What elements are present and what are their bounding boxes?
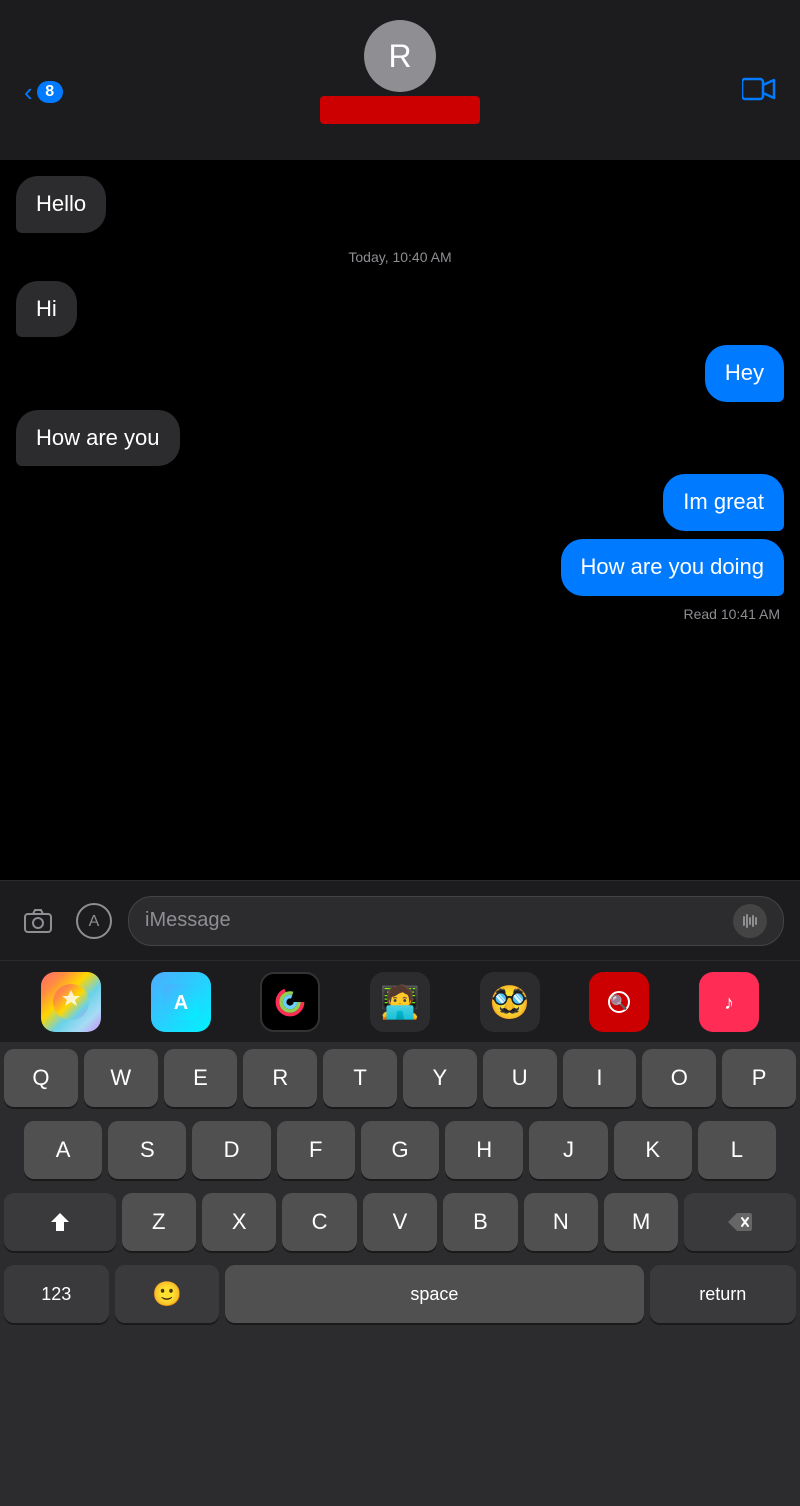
shift-key[interactable] [4,1193,116,1251]
audio-button[interactable] [733,904,767,938]
header: ‹ 8 R [0,0,800,160]
input-bar: A iMessage [0,880,800,960]
message-row: How are you doing [16,539,784,596]
key-q[interactable]: Q [4,1049,78,1107]
app-drawer: A 🧑‍💻 🥸 🔍 ♪ [0,960,800,1042]
back-chevron-icon: ‹ [24,77,33,108]
message-row: Im great [16,474,784,531]
contact-name-bar [320,96,480,124]
key-x[interactable]: X [202,1193,276,1251]
message-row: Hey [16,345,784,402]
keyboard-bottom-row: 123 🙂 space return [0,1258,800,1330]
key-p[interactable]: P [722,1049,796,1107]
delete-key[interactable] [684,1193,796,1251]
contact-info[interactable]: R [320,20,480,124]
message-input-field[interactable]: iMessage [128,896,784,946]
camera-button[interactable] [16,899,60,943]
sent-bubble: How are you doing [561,539,784,596]
key-c[interactable]: C [282,1193,356,1251]
key-r[interactable]: R [243,1049,317,1107]
shazam-app-icon[interactable]: 🔍 [589,972,649,1032]
message-row: How are you [16,410,784,467]
messages-area: Hello Today, 10:40 AM Hi Hey How are you… [0,160,800,880]
svg-text:♪: ♪ [724,992,734,1014]
message-row: Hello [16,176,784,233]
key-v[interactable]: V [363,1193,437,1251]
video-call-button[interactable] [742,76,776,109]
appstore-app-icon[interactable]: A [151,972,211,1032]
music-app-icon[interactable]: ♪ [699,972,759,1032]
key-d[interactable]: D [192,1121,270,1179]
back-badge: 8 [37,81,63,103]
key-f[interactable]: F [277,1121,355,1179]
received-bubble: Hello [16,176,106,233]
message-placeholder: iMessage [145,909,725,932]
keyboard-row-2: A S D F G H J K L [0,1114,800,1186]
apps-button[interactable]: A [72,899,116,943]
received-bubble: Hi [16,281,77,338]
key-b[interactable]: B [443,1193,517,1251]
svg-text:🔍: 🔍 [611,993,628,1011]
keyboard-row-3: Z X C V B N M [0,1186,800,1258]
photos-app-icon[interactable] [41,972,101,1032]
avatar: R [364,20,436,92]
key-u[interactable]: U [483,1049,557,1107]
key-s[interactable]: S [108,1121,186,1179]
key-i[interactable]: I [563,1049,637,1107]
key-w[interactable]: W [84,1049,158,1107]
key-m[interactable]: M [604,1193,678,1251]
num-key[interactable]: 123 [4,1265,109,1323]
return-key[interactable]: return [650,1265,796,1323]
key-k[interactable]: K [614,1121,692,1179]
back-button[interactable]: ‹ 8 [24,77,63,108]
key-j[interactable]: J [529,1121,607,1179]
key-a[interactable]: A [24,1121,102,1179]
key-y[interactable]: Y [403,1049,477,1107]
key-t[interactable]: T [323,1049,397,1107]
sent-bubble: Im great [663,474,784,531]
key-z[interactable]: Z [122,1193,196,1251]
memoji2-app-icon[interactable]: 🥸 [480,972,540,1032]
key-h[interactable]: H [445,1121,523,1179]
keyboard-row-1: Q W E R T Y U I O P [0,1042,800,1114]
timestamp-label: Today, 10:40 AM [16,249,784,265]
key-l[interactable]: L [698,1121,776,1179]
keyboard: Q W E R T Y U I O P A S D F G H J K L Z … [0,1042,800,1506]
key-n[interactable]: N [524,1193,598,1251]
sent-bubble: Hey [705,345,784,402]
space-key[interactable]: space [225,1265,643,1323]
key-g[interactable]: G [361,1121,439,1179]
received-bubble: How are you [16,410,180,467]
message-row: Hi [16,281,784,338]
read-receipt: Read 10:41 AM [16,606,784,622]
fitness-app-icon[interactable] [260,972,320,1032]
emoji-key[interactable]: 🙂 [115,1265,220,1323]
svg-text:A: A [173,992,187,1014]
svg-text:A: A [89,913,100,930]
memoji-app-icon[interactable]: 🧑‍💻 [370,972,430,1032]
key-o[interactable]: O [642,1049,716,1107]
key-e[interactable]: E [164,1049,238,1107]
